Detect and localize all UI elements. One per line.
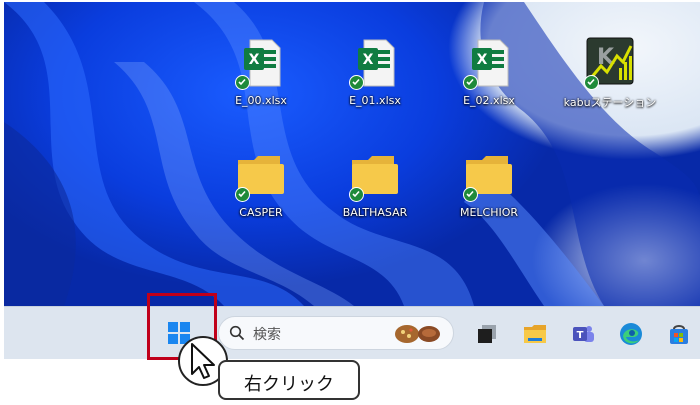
folder-icon — [462, 148, 516, 202]
taskbar-search-box[interactable]: 検索 — [218, 316, 454, 350]
folder-icon — [234, 148, 288, 202]
desktop-icon-kabu-station[interactable]: K kabuステーション — [560, 36, 660, 110]
desktop-icon-label: kabuステーション — [563, 96, 657, 109]
sync-check-icon — [349, 75, 364, 90]
desktop: X E_00.xlsx X E_01.xlsx X E_02.xlsx K ka… — [4, 2, 700, 306]
sync-check-icon — [235, 75, 250, 90]
search-placeholder: 検索 — [253, 327, 281, 343]
desktop-icon-label: E_00.xlsx — [235, 94, 287, 107]
taskbar: 検索 T — [4, 306, 700, 359]
excel-file-icon: X — [462, 36, 516, 90]
desktop-icon-label: BALTHASAR — [342, 206, 408, 219]
folder-icon — [348, 148, 402, 202]
excel-file-icon: X — [234, 36, 288, 90]
desktop-icon-e00[interactable]: X E_00.xlsx — [216, 36, 306, 107]
file-explorer-icon[interactable] — [522, 321, 548, 347]
desktop-icon-label: MELCHIOR — [459, 206, 519, 219]
desktop-icon-e01[interactable]: X E_01.xlsx — [330, 36, 420, 107]
callout-text: 右クリック — [244, 374, 334, 395]
desktop-icon-label: E_01.xlsx — [349, 94, 401, 107]
desktop-icon-e02[interactable]: X E_02.xlsx — [444, 36, 534, 107]
sync-check-icon — [349, 187, 364, 202]
sync-check-icon — [584, 75, 599, 90]
kabu-station-app-icon: K — [583, 36, 637, 90]
desktop-icon-melchior[interactable]: MELCHIOR — [444, 148, 534, 219]
search-icon — [229, 325, 245, 341]
desktop-icon-balthasar[interactable]: BALTHASAR — [330, 148, 420, 219]
sync-check-icon — [463, 187, 478, 202]
desktop-icon-casper[interactable]: CASPER — [216, 148, 306, 219]
sync-check-icon — [463, 75, 478, 90]
search-highlight-art-icon — [395, 325, 440, 343]
svg-text:T: T — [577, 330, 584, 341]
store-icon[interactable] — [666, 321, 692, 347]
excel-file-icon: X — [348, 36, 402, 90]
edge-icon[interactable] — [618, 321, 644, 347]
svg-text:X: X — [249, 52, 260, 68]
right-click-callout: 右クリック — [218, 360, 360, 400]
desktop-icon-label: CASPER — [239, 206, 283, 219]
desktop-icon-label: E_02.xlsx — [463, 94, 515, 107]
svg-text:X: X — [477, 52, 488, 68]
sync-check-icon — [235, 187, 250, 202]
svg-text:X: X — [363, 52, 374, 68]
teams-icon[interactable]: T — [570, 321, 596, 347]
task-view-icon[interactable] — [474, 321, 500, 347]
